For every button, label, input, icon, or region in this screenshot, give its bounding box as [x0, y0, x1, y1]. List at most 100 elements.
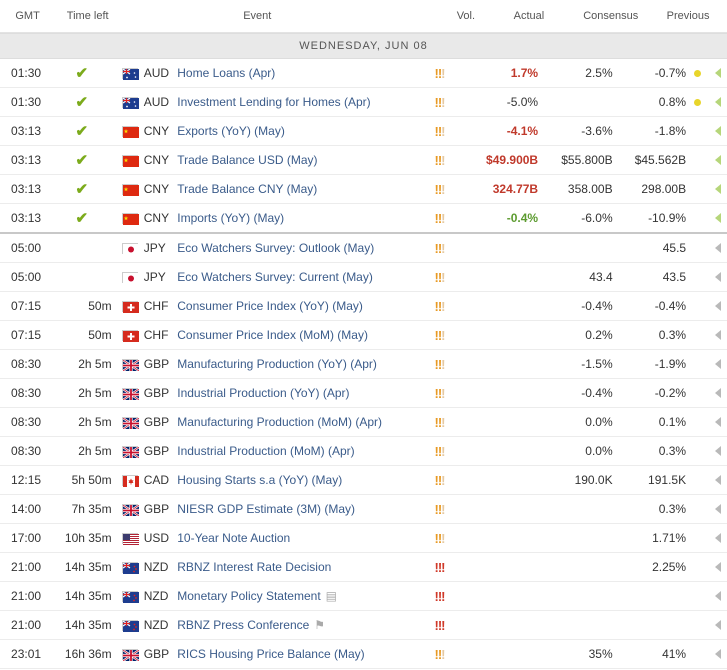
event-row[interactable]: 03:13 ✔ CNY Imports (YoY) (May)!!! -0.4% -6.0… [0, 204, 727, 234]
expand-arrow-icon[interactable] [714, 301, 721, 311]
event-name-link[interactable]: Monetary Policy Statement [177, 589, 320, 603]
event-time: 12:15 [11, 473, 42, 487]
actual-value: $49.900B [486, 153, 539, 167]
previous-value: -0.2% [654, 386, 687, 400]
consensus-value: $55.800B [561, 153, 613, 167]
previous-value: 45.5 [662, 241, 687, 255]
actual-value: 324.77B [492, 182, 539, 196]
event-name-link[interactable]: Eco Watchers Survey: Outlook (May) [177, 241, 374, 255]
event-name-link[interactable]: Industrial Production (YoY) (Apr) [177, 386, 349, 400]
event-name-link[interactable]: RICS Housing Price Balance (May) [177, 647, 364, 661]
event-time: 23:01 [11, 647, 42, 661]
expand-arrow-icon[interactable] [714, 620, 721, 630]
event-row[interactable]: 08:30 2h 5m GBP Industrial Production (MoM)… [0, 437, 727, 466]
event-row[interactable]: 03:13 ✔ CNY Trade Balance USD (May)!!! $49.9… [0, 146, 727, 175]
event-name-link[interactable]: Trade Balance USD (May) [177, 153, 317, 167]
event-row[interactable]: 03:13 ✔ CNY Exports (YoY) (May)!!! -4.1% -3.6… [0, 117, 727, 146]
col-event[interactable]: Event [187, 10, 446, 22]
event-name-link[interactable]: 10-Year Note Auction [177, 531, 290, 545]
expand-arrow-icon[interactable] [714, 533, 721, 543]
event-cell: Investment Lending for Homes (Apr) [177, 95, 421, 109]
event-name-link[interactable]: Manufacturing Production (MoM) (Apr) [177, 415, 382, 429]
event-name-link[interactable]: Housing Starts s.a (YoY) (May) [177, 473, 342, 487]
expand-arrow-icon[interactable] [714, 504, 721, 514]
flag-cell [114, 619, 144, 632]
event-time: 14:00 [11, 502, 42, 516]
expand-arrow-icon[interactable] [714, 649, 721, 659]
event-row[interactable]: 14:00 7h 35m GBP NIESR GDP Estimate (3M) (M… [0, 495, 727, 524]
time-left: 5h 50m [71, 473, 112, 487]
event-row[interactable]: 07:15 50m CHF Consumer Price Index (YoY) (M… [0, 292, 727, 321]
event-row[interactable]: 01:30 ✔ AUD Investment Lending for Homes (A… [0, 88, 727, 117]
expand-arrow-icon[interactable] [714, 417, 721, 427]
event-cell: Industrial Production (MoM) (Apr) [177, 444, 421, 458]
currency-code: GBP [143, 444, 170, 458]
event-row[interactable]: 08:30 2h 5m GBP Industrial Production (YoY)… [0, 379, 727, 408]
event-row[interactable]: 05:00 JPY Eco Watchers Survey: Current (Ma… [0, 263, 727, 292]
expand-arrow-icon[interactable] [714, 213, 721, 223]
expand-arrow-icon[interactable] [714, 184, 721, 194]
event-name-link[interactable]: Trade Balance CNY (May) [177, 182, 317, 196]
col-vol[interactable]: Vol. [446, 10, 485, 22]
event-name-link[interactable]: Industrial Production (MoM) (Apr) [177, 444, 354, 458]
event-cell: Trade Balance USD (May) [177, 153, 421, 167]
expand-arrow-icon[interactable] [714, 475, 721, 485]
event-row[interactable]: 08:30 2h 5m GBP Manufacturing Production (M… [0, 408, 727, 437]
expand-arrow-icon[interactable] [714, 446, 721, 456]
event-row[interactable]: 07:15 50m CHF Consumer Price Index (MoM) (M… [0, 321, 727, 350]
col-consensus[interactable]: Consensus [572, 10, 649, 22]
expand-arrow-icon[interactable] [714, 330, 721, 340]
expand-arrow-icon[interactable] [714, 68, 721, 78]
volatility-icon: !!! [434, 65, 446, 81]
col-actual[interactable]: Actual [486, 10, 573, 22]
col-gmt[interactable]: GMT [0, 10, 55, 22]
event-time: 03:13 [11, 182, 42, 196]
event-name-link[interactable]: Eco Watchers Survey: Current (May) [177, 270, 373, 284]
expand-arrow-icon[interactable] [714, 359, 721, 369]
event-row[interactable]: 12:15 5h 50m CAD Housing Starts s.a (YoY) (… [0, 466, 727, 495]
day-separator: WEDNESDAY, JUN 08 [0, 33, 727, 59]
event-row[interactable]: 03:13 ✔ CNY Trade Balance CNY (May)!!! 324.7… [0, 175, 727, 204]
expand-arrow-icon[interactable] [714, 243, 721, 253]
col-time-left[interactable]: Time left [55, 10, 120, 22]
expand-arrow-icon[interactable] [714, 591, 721, 601]
expand-arrow-icon[interactable] [714, 388, 721, 398]
event-name-link[interactable]: Imports (YoY) (May) [177, 211, 284, 225]
event-row[interactable]: 01:30 ✔ AUD Home Loans (Apr)!!! 1.7% 2.5% -0.7… [0, 59, 727, 88]
event-row[interactable]: 21:00 14h 35m NZD RBNZ Interest Rate Decisi… [0, 553, 727, 582]
event-name-link[interactable]: Home Loans (Apr) [177, 66, 275, 80]
event-name-link[interactable]: Consumer Price Index (YoY) (May) [177, 299, 363, 313]
event-name-link[interactable]: Consumer Price Index (MoM) (May) [177, 328, 368, 342]
document-icon[interactable]: ▤ [326, 589, 337, 603]
event-row[interactable]: 17:00 10h 35m USD 10-Year Note Auction!!! 1.… [0, 524, 727, 553]
time-left: ✔ [52, 211, 114, 226]
speech-flag-icon[interactable]: ⚑ [314, 618, 325, 632]
expand-cell [708, 504, 727, 514]
expand-arrow-icon[interactable] [714, 126, 721, 136]
event-row[interactable]: 08:30 2h 5m GBP Manufacturing Production (Y… [0, 350, 727, 379]
event-name-link[interactable]: Manufacturing Production (YoY) (Apr) [177, 357, 377, 371]
event-row[interactable]: 21:00 14h 35m NZD Monetary Policy Statement… [0, 582, 727, 611]
consensus-value: -0.4% [581, 299, 613, 313]
time-left: 7h 35m [71, 502, 112, 516]
previous-value: 43.5 [662, 270, 687, 284]
expand-arrow-icon[interactable] [714, 562, 721, 572]
column-header-row: GMT Time left Event Vol. Actual Consensu… [0, 0, 727, 33]
event-row[interactable]: 05:00 JPY Eco Watchers Survey: Outlook (Ma… [0, 234, 727, 263]
event-row[interactable]: 21:00 14h 35m NZD RBNZ Press Conference ⚑!!! [0, 611, 727, 640]
event-name-link[interactable]: Exports (YoY) (May) [177, 124, 285, 138]
expand-arrow-icon[interactable] [714, 97, 721, 107]
previous-value: 2.25% [652, 560, 687, 574]
event-name-link[interactable]: NIESR GDP Estimate (3M) (May) [177, 502, 355, 516]
event-cell: Trade Balance CNY (May) [177, 182, 421, 196]
expand-arrow-icon[interactable] [714, 155, 721, 165]
volatility-icon: !!! [434, 443, 446, 459]
col-previous[interactable]: Previous [649, 10, 727, 22]
event-name-link[interactable]: RBNZ Interest Rate Decision [177, 560, 331, 574]
event-row[interactable]: 23:01 16h 36m GBP RICS Housing Price Balanc… [0, 640, 727, 669]
expand-cell [708, 301, 727, 311]
new-zealand-flag-icon [121, 619, 139, 632]
expand-arrow-icon[interactable] [714, 272, 721, 282]
event-name-link[interactable]: Investment Lending for Homes (Apr) [177, 95, 370, 109]
event-name-link[interactable]: RBNZ Press Conference [177, 618, 309, 632]
